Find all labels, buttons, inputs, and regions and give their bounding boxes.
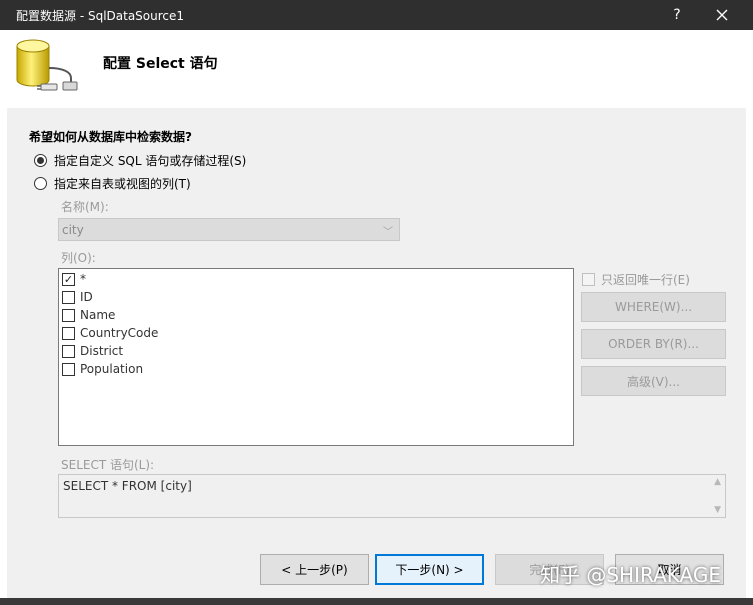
list-item[interactable]: Population <box>62 362 143 376</box>
select-statement-text: SELECT * FROM [city] <box>63 479 192 493</box>
column-checkbox-all[interactable]: ✓ <box>62 272 75 286</box>
page-title: 配置 Select 语句 <box>103 56 218 72</box>
select-statement-box[interactable]: SELECT * FROM [city] ▲ ▼ <box>58 474 726 518</box>
unique-rows-checkbox[interactable] <box>582 273 595 286</box>
custom-sql-option[interactable]: 指定自定义 SQL 语句或存储过程(S) <box>34 152 246 169</box>
custom-sql-label: 指定自定义 SQL 语句或存储过程(S) <box>54 154 247 168</box>
unique-rows-label: 只返回唯一行(E) <box>601 273 690 287</box>
close-icon <box>716 9 728 21</box>
columns-listbox[interactable]: ✓ * ID Name CountryCode District Populat… <box>58 268 574 446</box>
list-item[interactable]: District <box>62 344 123 358</box>
watermark: 知乎 @SHIRAKAGE <box>540 563 721 587</box>
name-combobox[interactable]: city ﹀ <box>58 218 400 241</box>
scroll-down-icon[interactable]: ▼ <box>714 505 721 515</box>
columns-label: 列(O): <box>61 251 96 265</box>
retrieval-question: 希望如何从数据库中检索数据? <box>29 130 192 144</box>
database-plug-icon <box>16 39 78 91</box>
close-button[interactable] <box>699 0 745 30</box>
name-combobox-value: city <box>62 223 84 237</box>
taskbar-strip <box>0 598 753 605</box>
list-item-label: ID <box>80 290 93 304</box>
list-item-label: * <box>80 272 86 286</box>
unique-rows-option[interactable]: 只返回唯一行(E) <box>582 271 690 288</box>
where-button[interactable]: WHERE(W)... <box>581 292 726 322</box>
content-panel: 希望如何从数据库中检索数据? 指定自定义 SQL 语句或存储过程(S) 指定来自… <box>7 108 746 548</box>
column-checkbox[interactable] <box>62 308 75 322</box>
configure-datasource-dialog: 配置数据源 - SqlDataSource1 ? 配置 Select 语句 希望… <box>0 0 753 605</box>
chevron-down-icon: ﹀ <box>383 227 393 238</box>
name-label: 名称(M): <box>61 200 109 214</box>
table-columns-option[interactable]: 指定来自表或视图的列(T) <box>34 175 191 192</box>
list-item[interactable]: Name <box>62 308 115 322</box>
window-title: 配置数据源 - SqlDataSource1 <box>16 9 185 23</box>
list-item-label: District <box>80 344 124 358</box>
scroll-up-icon[interactable]: ▲ <box>714 477 721 487</box>
table-columns-label: 指定来自表或视图的列(T) <box>54 177 191 191</box>
next-button[interactable]: 下一步(N) > <box>375 554 484 585</box>
list-item[interactable]: ✓ * <box>62 272 86 286</box>
order-by-button[interactable]: ORDER BY(R)... <box>581 329 726 359</box>
list-item-label: CountryCode <box>80 326 159 340</box>
table-columns-radio[interactable] <box>34 177 47 190</box>
previous-button[interactable]: < 上一步(P) <box>260 554 369 585</box>
list-item-label: Population <box>80 362 144 376</box>
list-item[interactable]: ID <box>62 290 93 304</box>
column-checkbox[interactable] <box>62 362 75 376</box>
title-bar: 配置数据源 - SqlDataSource1 ? <box>0 0 753 30</box>
list-item[interactable]: CountryCode <box>62 326 158 340</box>
help-button[interactable]: ? <box>654 0 700 30</box>
header-banner: 配置 Select 语句 <box>7 30 746 108</box>
advanced-button[interactable]: 高级(V)... <box>581 366 726 396</box>
list-item-label: Name <box>80 308 116 322</box>
custom-sql-radio[interactable] <box>34 154 47 167</box>
column-checkbox[interactable] <box>62 326 75 340</box>
column-checkbox[interactable] <box>62 290 75 304</box>
help-icon: ? <box>673 7 681 23</box>
select-statement-label: SELECT 语句(L): <box>61 458 155 472</box>
column-checkbox[interactable] <box>62 344 75 358</box>
